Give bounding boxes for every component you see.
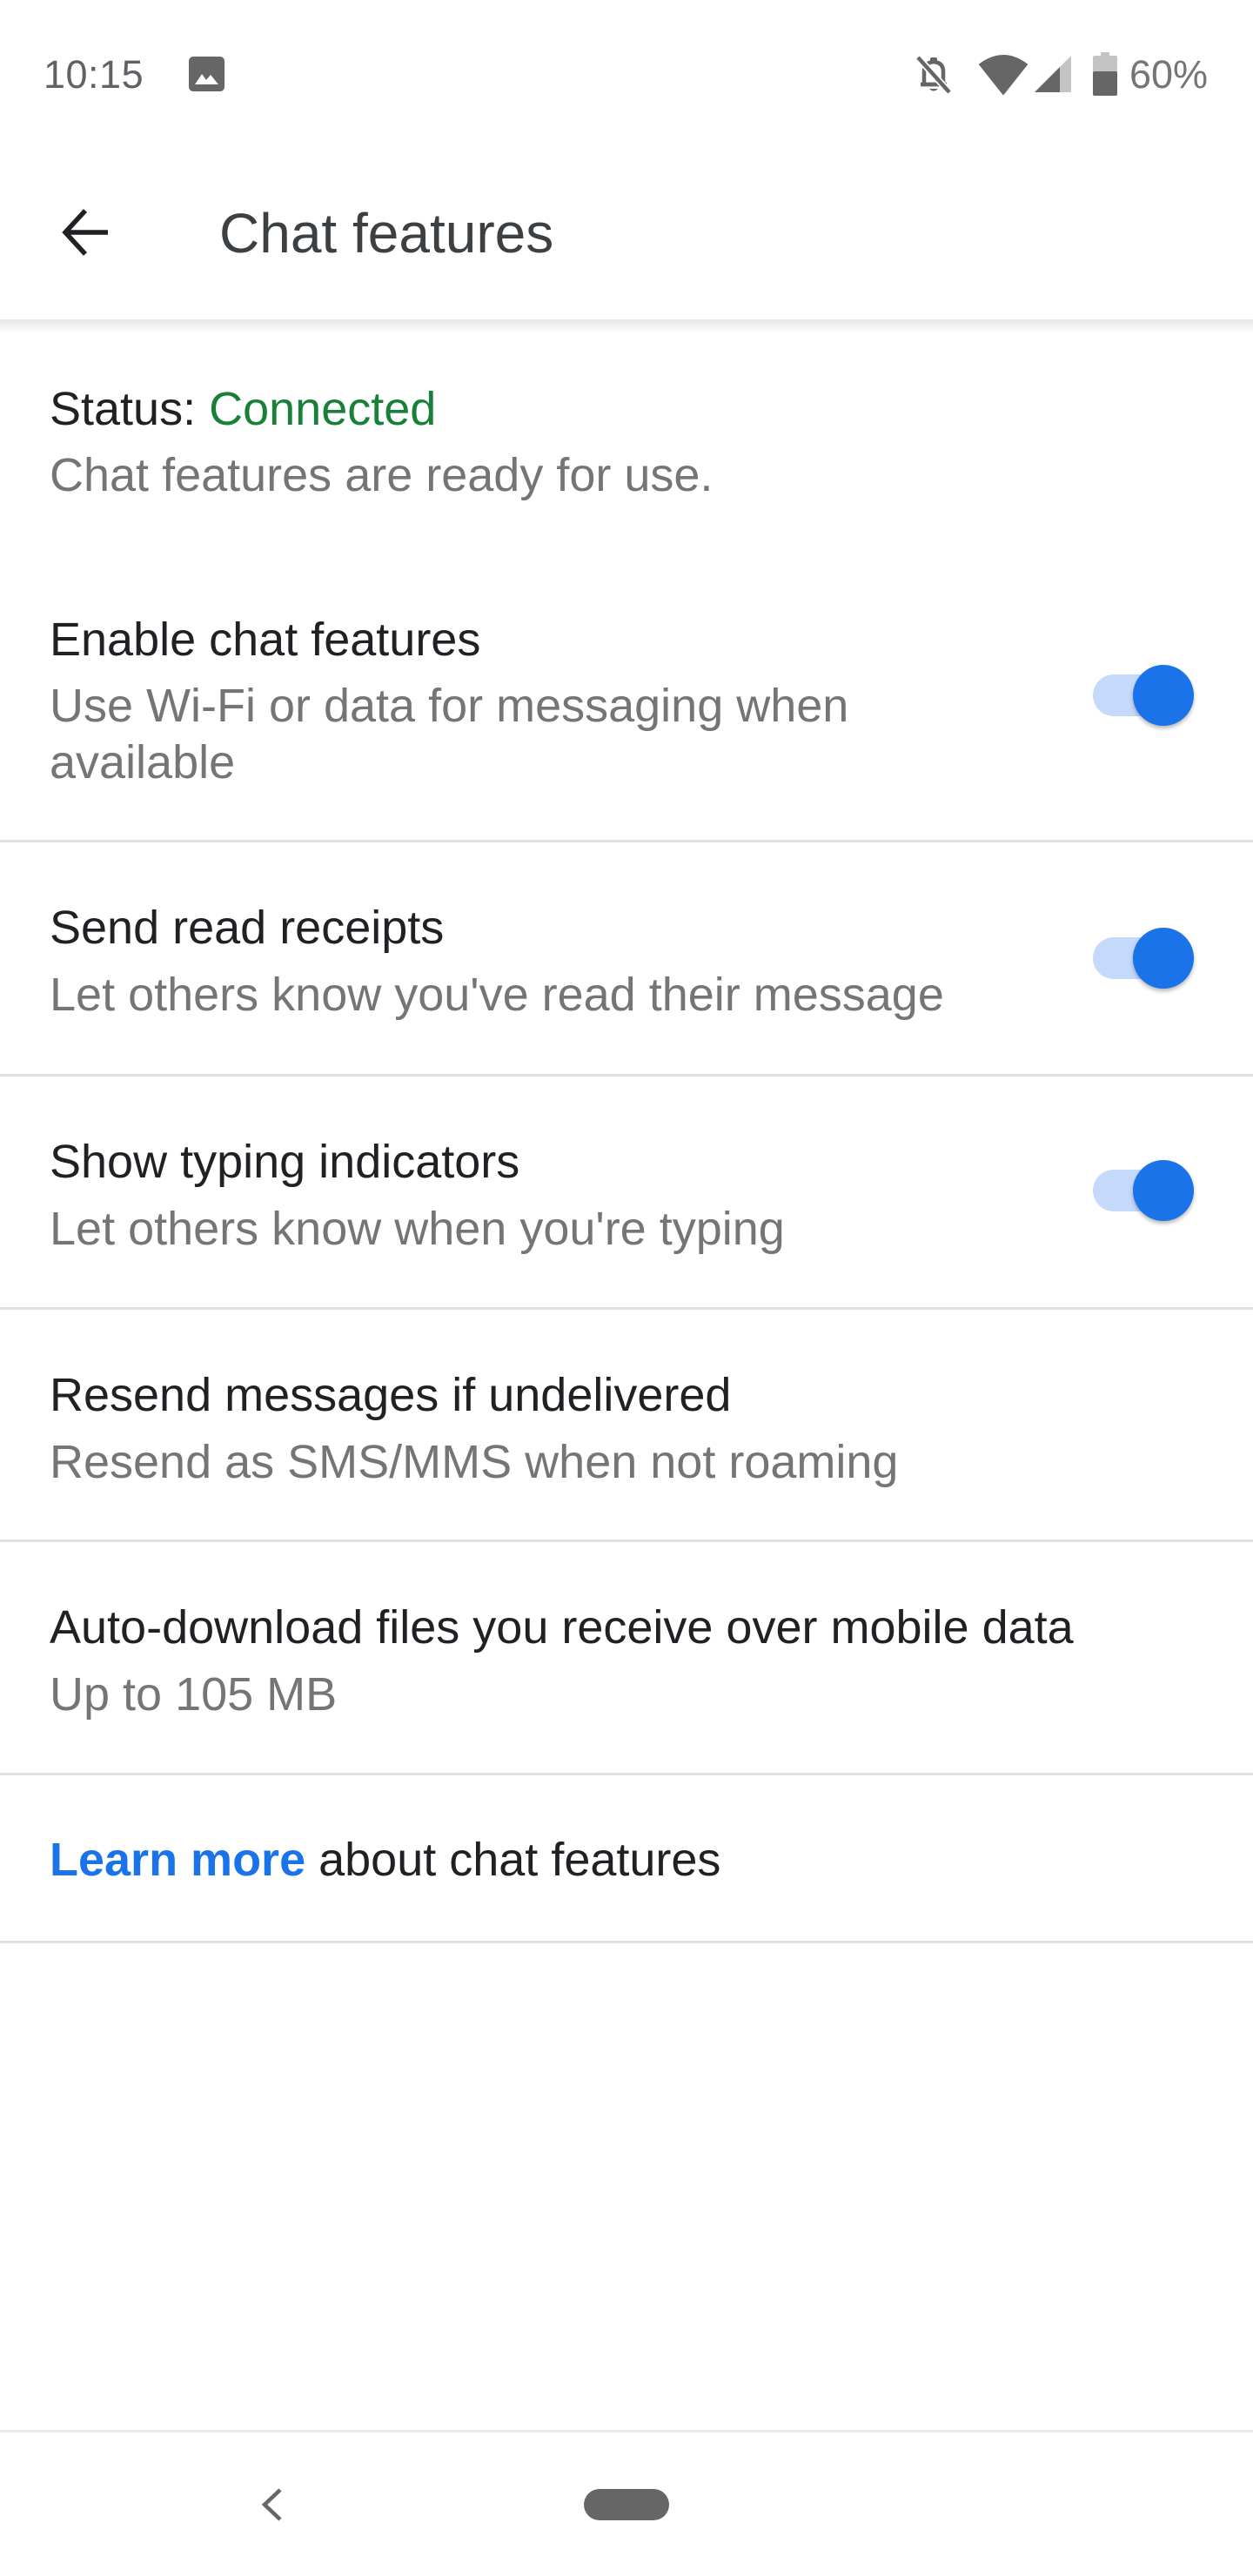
status-line: Status: Connected xyxy=(50,381,436,437)
setting-subtitle: Up to 105 MB xyxy=(50,1668,338,1721)
setting-subtitle: Resend as SMS/MMS when not roaming xyxy=(50,1436,899,1488)
status-value: Connected xyxy=(209,383,437,435)
setting-title: Resend messages if undelivered xyxy=(50,1369,732,1421)
setting-title: Enable chat features xyxy=(50,614,481,666)
toggle-thumb xyxy=(1133,665,1194,726)
image-icon xyxy=(189,57,224,91)
learn-more-text: about chat features xyxy=(305,1834,721,1886)
app-bar: Chat features xyxy=(0,148,1253,319)
arrow-back-icon xyxy=(62,209,108,256)
cell-signal-icon xyxy=(1035,56,1071,92)
learn-more-link[interactable]: Learn more xyxy=(50,1834,305,1886)
setting-subtitle: Let others know you've read their messag… xyxy=(50,969,944,1021)
nav-back-button[interactable] xyxy=(244,2470,299,2539)
show-typing-indicators-toggle[interactable] xyxy=(1088,1157,1201,1224)
battery-percentage: 60% xyxy=(1129,52,1209,97)
setting-enable-chat-features[interactable]: Enable chat features Use Wi-Fi or data f… xyxy=(0,600,1253,842)
bell-off-icon xyxy=(915,55,952,95)
nav-back-icon xyxy=(261,2488,282,2521)
enable-chat-features-toggle[interactable] xyxy=(1088,662,1201,728)
learn-more-item: Learn more about chat features xyxy=(0,1775,1253,1941)
toggle-thumb xyxy=(1133,1160,1194,1221)
home-pill-icon[interactable] xyxy=(584,2489,669,2520)
status-description: Chat features are ready for use. xyxy=(50,449,714,501)
nav-bar-divider xyxy=(0,2430,1253,2432)
battery-icon xyxy=(1093,52,1117,96)
setting-subtitle: Let others know when you're typing xyxy=(50,1203,785,1255)
setting-title: Send read receipts xyxy=(50,902,445,954)
wifi-icon xyxy=(979,55,1028,95)
toggle-thumb xyxy=(1133,928,1194,989)
learn-more-line: Learn more about chat features xyxy=(50,1832,720,1888)
status-time: 10:15 xyxy=(44,52,144,97)
chat-status-item: Status: Connected Chat features are read… xyxy=(0,319,1253,520)
setting-send-read-receipts[interactable]: Send read receipts Let others know you'v… xyxy=(0,842,1253,1075)
divider xyxy=(0,1941,1253,1943)
status-bar: 10:15 60% xyxy=(0,0,1253,148)
send-read-receipts-toggle[interactable] xyxy=(1088,925,1201,991)
setting-resend-messages[interactable]: Resend messages if undelivered Resend as… xyxy=(0,1310,1253,1540)
back-button[interactable] xyxy=(44,191,127,274)
setting-subtitle: Use Wi-Fi or data for messaging when ava… xyxy=(50,680,849,788)
setting-title: Show typing indicators xyxy=(50,1136,520,1188)
page-title: Chat features xyxy=(219,202,554,265)
setting-show-typing-indicators[interactable]: Show typing indicators Let others know w… xyxy=(0,1077,1253,1308)
status-label: Status: xyxy=(50,383,210,435)
setting-auto-download[interactable]: Auto-download files you receive over mob… xyxy=(0,1542,1253,1774)
setting-title: Auto-download files you receive over mob… xyxy=(50,1601,1074,1654)
